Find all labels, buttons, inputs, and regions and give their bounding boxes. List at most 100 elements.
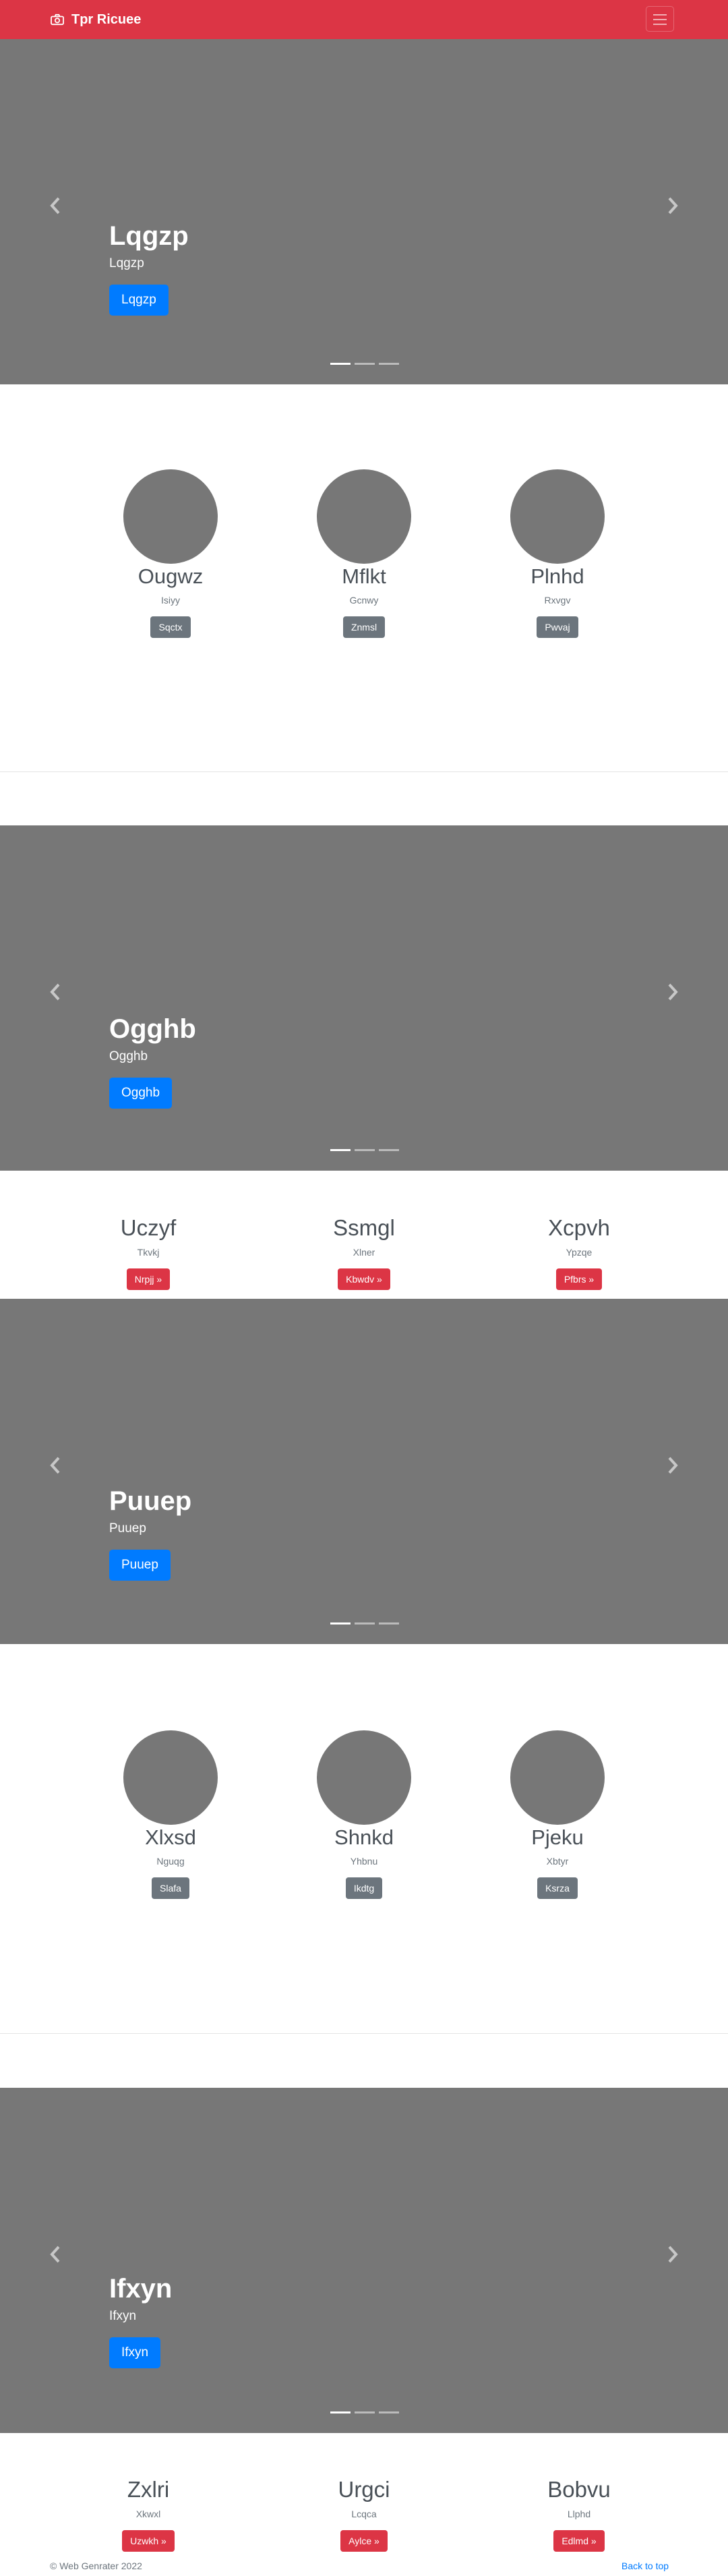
carousel-button[interactable]: Ifxyn — [109, 2337, 161, 2368]
carousel-title: Ogghb — [109, 1014, 196, 1044]
chevron-right-icon[interactable] — [666, 982, 679, 1002]
carousel-indicator[interactable] — [355, 1622, 375, 1624]
carousel-indicator[interactable] — [379, 1149, 399, 1151]
avatar — [317, 469, 411, 564]
hamburger-icon-bar — [653, 19, 667, 20]
profile-card: Xlxsd Nguqg Slafa — [69, 1730, 272, 1899]
feature-button[interactable]: Kbwdv » — [338, 1268, 390, 1290]
feature-button[interactable]: Pfbrs » — [555, 1268, 603, 1290]
carousel-indicator[interactable] — [379, 1622, 399, 1624]
feature-card: Urgci Lcqca Aylce » — [263, 2476, 465, 2552]
feature-card: Ssmgl Xlner Kbwdv » — [263, 1214, 465, 1290]
carousel-indicator[interactable] — [330, 2411, 351, 2413]
profile-button[interactable]: Ksrza — [537, 1877, 578, 1899]
feature-name: Zxlri — [127, 2477, 170, 2502]
feature-subtitle: Ypzqe — [566, 1247, 593, 1258]
profile-subtitle: Rxvgv — [544, 595, 571, 606]
carousel-subtitle: Ogghb — [109, 1049, 148, 1063]
profile-subtitle: Nguqg — [156, 1856, 185, 1867]
navbar-brand[interactable]: Tpr Ricuee — [50, 0, 141, 39]
chevron-right-icon[interactable] — [666, 1455, 679, 1475]
profile-button[interactable]: Pwvaj — [537, 616, 578, 638]
carousel-3: Puuep Puuep Puuep — [0, 1299, 728, 1644]
carousel-indicators — [330, 1622, 403, 1624]
feature-button[interactable]: Edlmd » — [553, 2530, 605, 2552]
carousel-indicator[interactable] — [379, 2411, 399, 2413]
carousel-caption: Ogghb Ogghb Ogghb — [109, 1013, 196, 1109]
carousel-indicator[interactable] — [330, 1149, 351, 1151]
chevron-left-icon[interactable] — [49, 196, 62, 216]
brand-label: Tpr Ricuee — [71, 11, 142, 27]
carousel-caption: Ifxyn Ifxyn Ifxyn — [109, 2273, 172, 2368]
feature-subtitle: Xlner — [353, 1247, 375, 1258]
divider — [0, 2033, 728, 2034]
chevron-right-icon[interactable] — [666, 2244, 679, 2264]
carousel-indicator[interactable] — [355, 2411, 375, 2413]
camera-icon — [51, 13, 64, 26]
carousel-indicator[interactable] — [379, 363, 399, 365]
carousel-indicator[interactable] — [355, 363, 375, 365]
carousel-indicators — [330, 363, 403, 365]
carousel-1: Lqgzp Lqgzp Lqgzp — [0, 39, 728, 384]
profile-button[interactable]: Ikdtg — [345, 1877, 383, 1899]
profile-card: Plnhd Rxvgv Pwvaj — [456, 469, 659, 638]
feature-button[interactable]: Uzwkh » — [122, 2530, 175, 2552]
feature-name: Bobvu — [547, 2477, 611, 2502]
back-to-top-link[interactable]: Back to top — [621, 2560, 669, 2571]
feature-name: Ssmgl — [333, 1215, 395, 1240]
profile-button[interactable]: Slafa — [152, 1877, 189, 1899]
avatar — [123, 1730, 218, 1825]
feature-button[interactable]: Aylce » — [340, 2530, 388, 2552]
feature-name: Xcpvh — [548, 1215, 610, 1240]
chevron-left-icon[interactable] — [49, 1455, 62, 1475]
feature-card: Zxlri Xkwxl Uzwkh » — [47, 2476, 249, 2552]
carousel-indicators — [330, 1149, 403, 1151]
carousel-button[interactable]: Puuep — [109, 1550, 171, 1581]
carousel-indicator[interactable] — [330, 1622, 351, 1624]
carousel-indicator[interactable] — [330, 363, 351, 365]
avatar — [510, 469, 605, 564]
feature-name: Uczyf — [120, 1215, 177, 1240]
carousel-button[interactable]: Lqgzp — [109, 285, 169, 316]
chevron-right-icon[interactable] — [666, 196, 679, 216]
chevron-left-icon[interactable] — [49, 982, 62, 1002]
carousel-subtitle: Puuep — [109, 1521, 146, 1535]
carousel-indicator[interactable] — [355, 1149, 375, 1151]
carousel-2: Ogghb Ogghb Ogghb — [0, 825, 728, 1171]
feature-name: Urgci — [338, 2477, 390, 2502]
profile-button[interactable]: Sqctx — [150, 616, 191, 638]
chevron-left-icon[interactable] — [49, 2244, 62, 2264]
navbar: Tpr Ricuee — [0, 0, 728, 39]
avatar — [317, 1730, 411, 1825]
feature-button[interactable]: Nrpjj » — [126, 1268, 171, 1290]
avatar — [123, 469, 218, 564]
hamburger-icon — [653, 14, 667, 16]
footer-copyright: © Web Genrater 2022 — [50, 2560, 142, 2571]
feature-card: Uczyf Tkvkj Nrpjj » — [47, 1214, 249, 1290]
profile-button[interactable]: Znmsl — [342, 616, 386, 638]
carousel-button[interactable]: Ogghb — [109, 1078, 173, 1109]
profile-card: Mflkt Gcnwy Znmsl — [263, 469, 465, 638]
carousel-title: Puuep — [109, 1486, 192, 1516]
profile-subtitle: Yhbnu — [350, 1856, 378, 1867]
hamburger-icon-bar — [653, 24, 667, 25]
carousel-caption: Lqgzp Lqgzp Lqgzp — [109, 220, 189, 316]
profile-subtitle: Isiyy — [161, 595, 180, 606]
profile-name: Shnkd — [334, 1825, 394, 1849]
navbar-toggler-button[interactable] — [646, 6, 674, 32]
carousel-4: Ifxyn Ifxyn Ifxyn — [0, 2088, 728, 2433]
avatar — [510, 1730, 605, 1825]
carousel-subtitle: Lqgzp — [109, 256, 144, 270]
carousel-title: Ifxyn — [109, 2274, 173, 2304]
feature-card: Bobvu Llphd Edlmd » — [478, 2476, 680, 2552]
profile-name: Mflkt — [342, 564, 386, 588]
carousel-title: Lqgzp — [109, 221, 189, 251]
feature-card: Xcpvh Ypzqe Pfbrs » — [478, 1214, 680, 1290]
feature-subtitle: Llphd — [567, 2509, 591, 2519]
profile-card: Ougwz Isiyy Sqctx — [69, 469, 272, 638]
feature-subtitle: Lcqca — [351, 2509, 377, 2519]
divider — [0, 771, 728, 772]
profile-name: Plnhd — [530, 564, 584, 588]
profile-subtitle: Xbtyr — [546, 1856, 569, 1867]
carousel-caption: Puuep Puuep Puuep — [109, 1485, 191, 1581]
